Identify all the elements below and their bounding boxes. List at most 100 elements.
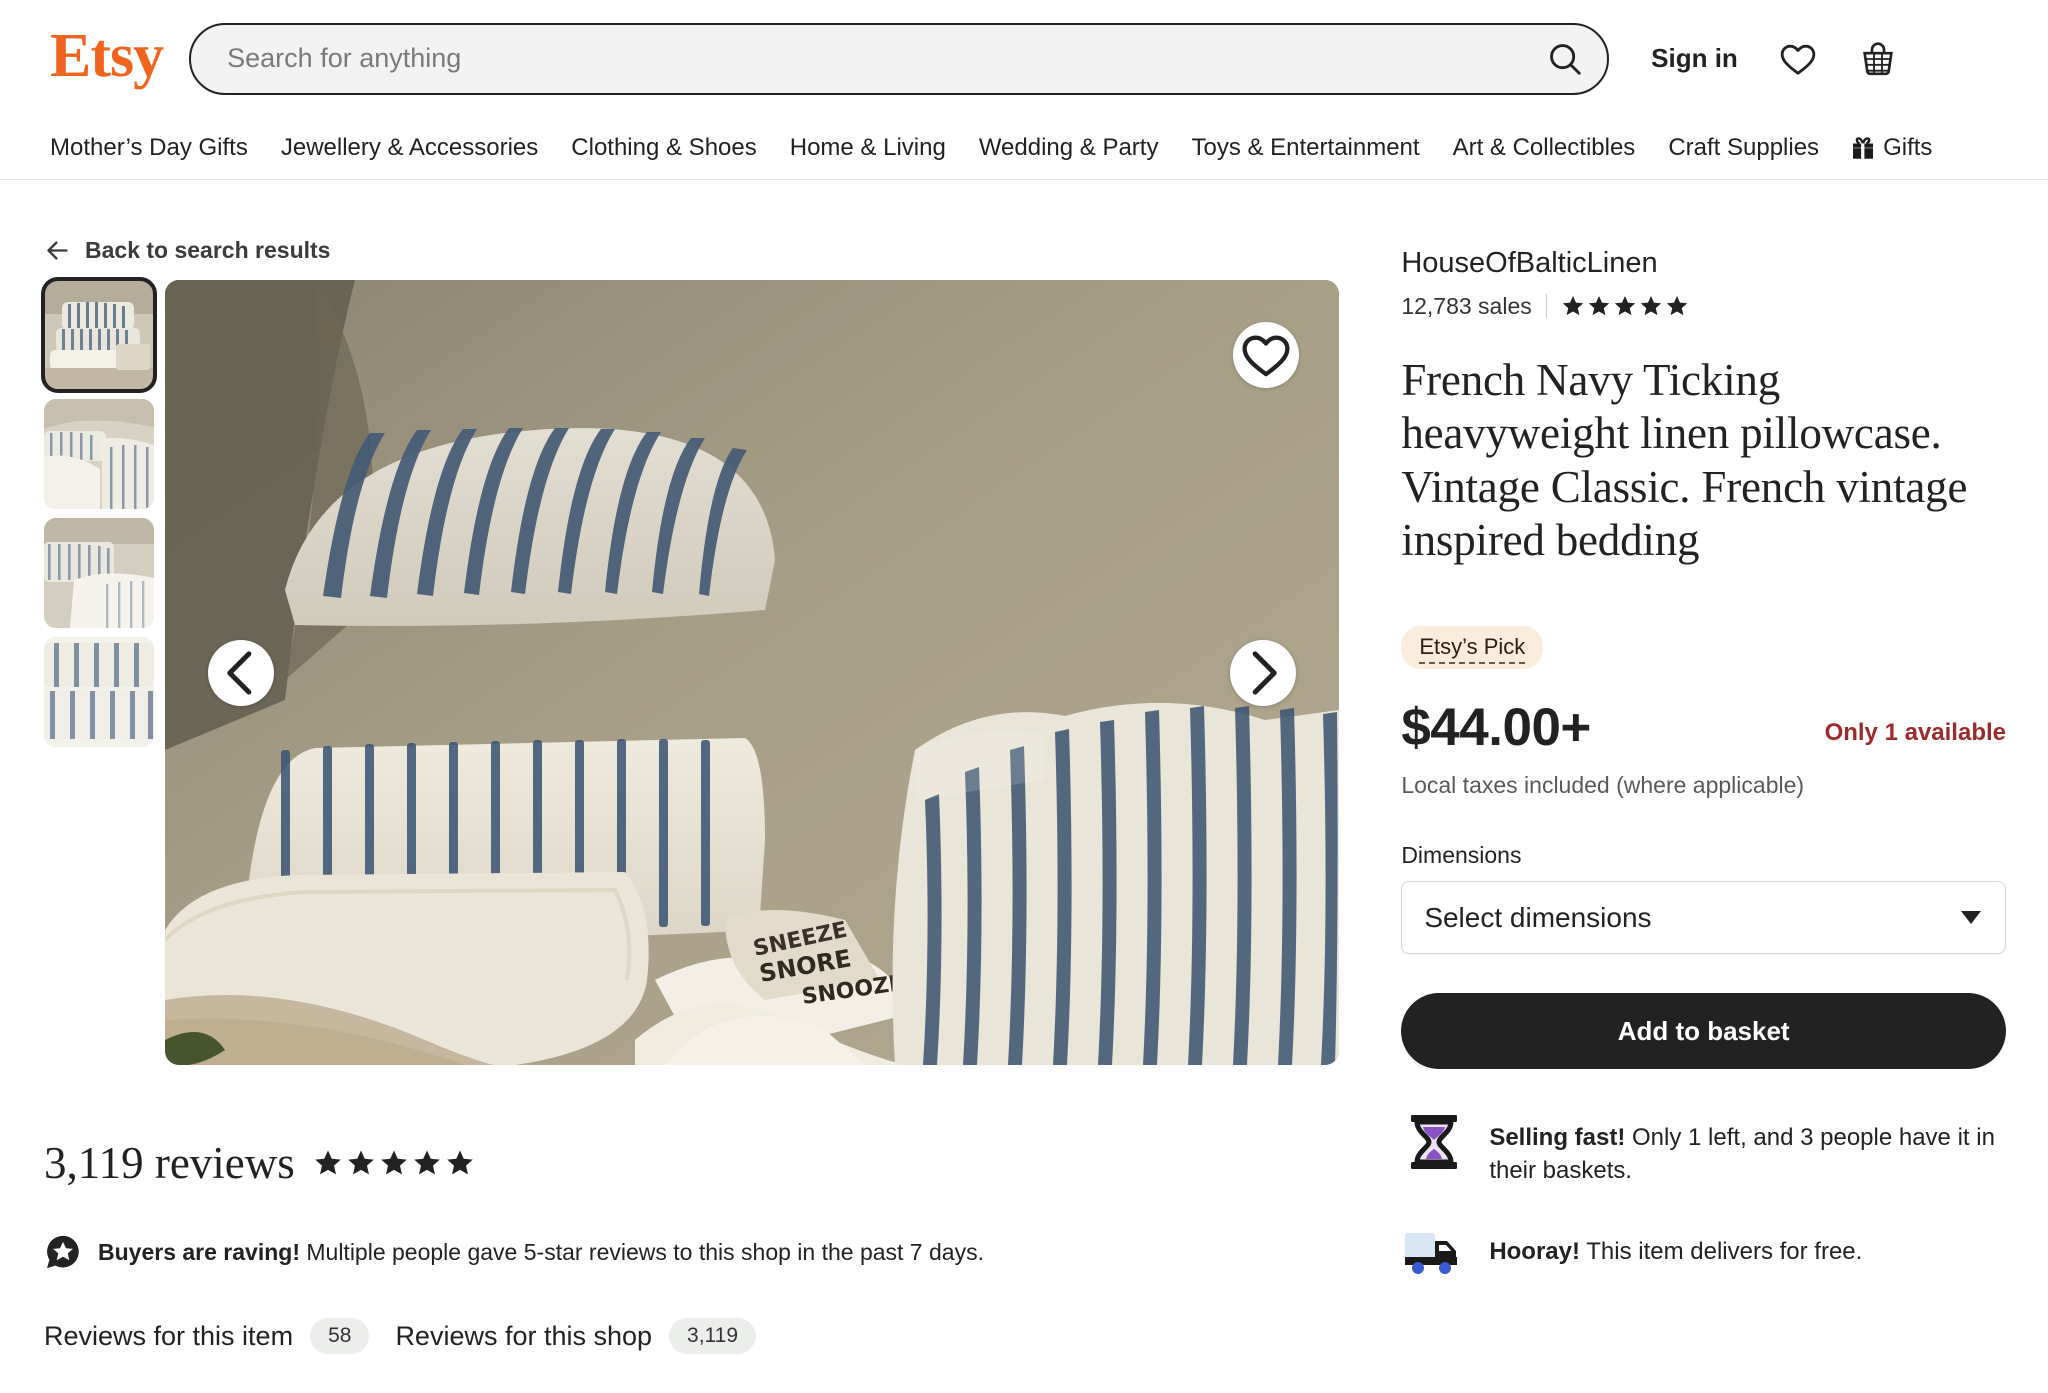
nav-item-home-living[interactable]: Home & Living [790,134,946,162]
category-navbar: Mother’s Day Gifts Jewellery & Accessori… [0,117,2048,180]
buyers-raving-rest: Multiple people gave 5-star reviews to t… [306,1238,984,1265]
heart-icon [1242,335,1290,377]
arrow-left-icon [47,241,68,260]
star-icon [315,1150,341,1175]
dimensions-selected-value: Select dimensions [1424,901,1652,933]
free-delivery-rest: This item delivers for free. [1586,1238,1863,1266]
chevron-down-icon [1961,911,1981,925]
chevron-left-icon [227,650,252,695]
thumbnail-1-image [44,280,154,390]
star-icon [1562,296,1583,316]
reviews-section: 3,119 reviews Buyers are raving! Multipl… [44,1137,1371,1354]
thumbnail-3[interactable] [44,518,154,628]
star-icon [1666,296,1687,316]
basket-icon [1862,41,1893,75]
sign-in-link[interactable]: Sign in [1651,43,1738,74]
product-price: $44.00+ [1401,698,1591,758]
etsys-pick-label: Etsy’s Pick [1419,634,1526,665]
nav-label: Toys & Entertainment [1191,134,1420,161]
page-title: French Navy Ticking heavyweight linen pi… [1401,354,1968,566]
nav-item-craft-supplies[interactable]: Craft Supplies [1668,134,1819,162]
truck-icon-glyph [1405,1233,1458,1275]
nav-item-clothing-shoes[interactable]: Clothing & Shoes [571,134,756,162]
reviews-header: 3,119 reviews [44,1137,1371,1189]
main-product-image-content: SNEEZE SNORE SNOOZE [165,280,1339,1065]
buyers-raving-banner: Buyers are raving! Multiple people gave … [44,1233,1371,1271]
back-to-search-results-link[interactable]: Back to search results [44,237,330,264]
star-icon [348,1150,374,1175]
selling-fast-bold: Selling fast! [1489,1124,1626,1152]
basket-button[interactable] [1858,39,1898,79]
availability-text: Only 1 available [1824,719,2006,747]
free-delivery-row: Hooray! This item delivers for free. [1401,1227,2006,1275]
nav-label: Wedding & Party [978,134,1159,161]
buyers-raving-bold: Buyers are raving! [98,1238,300,1265]
thumbnail-strip [41,277,157,1065]
previous-image-button[interactable] [208,639,274,706]
favourite-item-button[interactable] [1233,322,1299,388]
free-delivery-bold: Hooray! [1489,1238,1580,1266]
tab-count-badge: 58 [310,1318,370,1354]
page-body: Back to search results SNEEZE SNORE SNOO… [0,180,2048,1354]
thumbnail-4-image [44,637,154,747]
left-column: Back to search results SNEEZE SNORE SNOO… [41,180,1371,1354]
star-bubble-icon [47,1235,79,1269]
tab-label: Reviews for this shop [395,1320,653,1351]
tab-reviews-for-this-item[interactable]: Reviews for this item 58 [44,1318,370,1354]
etsy-logo[interactable]: Etsy [50,25,164,93]
dimensions-select[interactable]: Select dimensions [1401,881,2006,955]
etsys-pick-badge[interactable]: Etsy’s Pick [1401,626,1544,670]
header-actions: Sign in [1651,39,1898,79]
star-icon [447,1150,473,1175]
nav-item-mothers-day-gifts[interactable]: Mother’s Day Gifts [50,134,248,162]
search-bar[interactable] [189,22,1610,95]
nav-label: Clothing & Shoes [571,134,757,161]
hourglass-icon-glyph [1411,1115,1458,1170]
nav-label: Home & Living [789,134,946,161]
star-icon [1588,296,1609,316]
shop-sales-count: 12,783 sales [1401,292,1532,319]
star-icon [414,1150,440,1175]
price-row: $44.00+ Only 1 available [1401,701,2006,754]
product-details-panel: HouseOfBalticLinen 12,783 sales French N… [1371,180,2006,1354]
nav-item-jewellery-accessories[interactable]: Jewellery & Accessories [281,134,538,162]
reviews-rating-stars [313,1148,475,1178]
shop-name-link[interactable]: HouseOfBalticLinen [1401,246,2006,281]
selling-fast-text: Selling fast! Only 1 left, and 3 people … [1489,1113,2006,1187]
nav-item-wedding-party[interactable]: Wedding & Party [979,134,1159,162]
nav-item-art-collectibles[interactable]: Art & Collectibles [1453,134,1636,162]
gift-icon [1853,137,1874,159]
free-delivery-text: Hooray! This item delivers for free. [1489,1227,1862,1268]
shop-rating-stars[interactable] [1561,294,1689,318]
truck-icon [1401,1227,1467,1275]
selling-fast-row: Selling fast! Only 1 left, and 3 people … [1401,1113,2006,1187]
search-button[interactable] [1537,31,1593,87]
main-product-image[interactable]: SNEEZE SNORE SNOOZE [165,280,1339,1065]
divider [1545,294,1547,319]
favourites-button[interactable] [1778,39,1818,79]
star-icon [1614,296,1635,316]
tab-reviews-for-this-shop[interactable]: Reviews for this shop 3,119 [395,1318,757,1354]
thumbnail-2[interactable] [44,399,154,509]
nav-label: Gifts [1883,134,1933,161]
next-image-button[interactable] [1230,639,1296,706]
star-icon [1640,296,1661,316]
thumbnail-2-image [44,399,154,509]
nav-label: Craft Supplies [1668,134,1820,161]
tab-count-badge: 3,119 [669,1318,757,1354]
heart-icon [1780,44,1816,75]
nav-item-gifts[interactable]: Gifts [1852,134,1932,162]
shop-stats-row: 12,783 sales [1401,293,2006,320]
reviews-count: 3,119 reviews [44,1138,295,1188]
add-to-basket-button[interactable]: Add to basket [1401,993,2006,1070]
dimensions-label: Dimensions [1401,842,1522,869]
nav-item-toys-entertainment[interactable]: Toys & Entertainment [1191,134,1419,162]
search-icon [1550,43,1581,75]
search-input[interactable] [225,42,1538,75]
tab-label: Reviews for this item [44,1320,294,1351]
product-gallery: SNEEZE SNORE SNOOZE [41,277,1371,1065]
back-link-label: Back to search results [85,237,331,263]
thumbnail-4[interactable] [44,637,154,747]
thumbnail-1[interactable] [41,277,157,393]
thumbnail-3-image [44,518,154,628]
